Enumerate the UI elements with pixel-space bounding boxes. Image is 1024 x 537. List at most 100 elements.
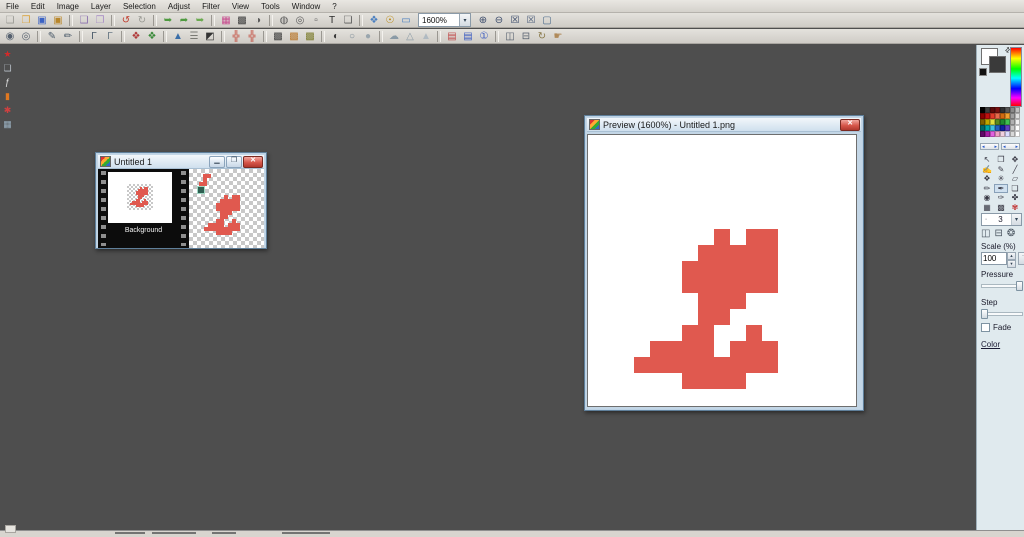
menu-item-layer[interactable]: Layer [85,2,117,11]
stamp-tool[interactable]: ❏ [1008,184,1022,194]
minimize-button[interactable]: ▁ [209,156,225,168]
marquee-icon[interactable]: ▫ [309,14,323,27]
color-picker-bg-icon[interactable]: ❖ [145,30,159,43]
pencil-tool[interactable]: ✏ [980,184,994,194]
undo-icon[interactable]: ↺ [119,14,133,27]
line-tool[interactable]: ╱ [1008,165,1022,175]
color-wheel-icon[interactable]: ✱ [2,104,14,116]
pattern-olive-icon[interactable]: ▩ [303,30,317,43]
close-button[interactable]: ✕ [243,156,263,168]
fill-tool[interactable]: ❖ [980,174,994,184]
hue-bar[interactable] [1010,47,1022,107]
menu-item-view[interactable]: View [226,2,255,11]
mountain-icon[interactable]: ▲ [171,30,185,43]
menu-item-selection[interactable]: Selection [117,2,162,11]
rotate-icon[interactable]: ↻ [535,30,549,43]
menu-item-edit[interactable]: Edit [25,2,51,11]
secondary-color-swatch[interactable] [979,68,987,76]
menu-item-[interactable]: ? [326,2,342,11]
frame-copy-tool[interactable]: ❐ [994,155,1008,165]
levels-icon[interactable]: ☰ [187,30,201,43]
gradient-swatch-icon[interactable]: ▮ [2,90,14,102]
rgb-adjust-icon[interactable]: ╬ [229,30,243,43]
color-link[interactable]: Color [981,340,1000,349]
scale-extra-button[interactable]: · [1018,252,1024,265]
onion-skin-icon[interactable]: ☉ [383,14,397,27]
export-frame-icon[interactable]: ➦ [177,14,191,27]
cone-filled-icon[interactable]: ▲ [419,30,433,43]
zoom-in-icon[interactable]: ⊕ [476,14,490,27]
dither-icon[interactable]: ▩ [235,14,249,27]
fade-checkbox[interactable] [981,323,990,332]
menu-item-window[interactable]: Window [286,2,326,11]
flip-horizontal-icon[interactable]: ◫ [981,228,990,239]
pen-size-dropdown[interactable]: · 3 ▾ [981,213,1022,226]
loupe-a-icon[interactable]: ◍ [277,14,291,27]
halftone-icon[interactable]: ◑ [251,14,265,27]
brush-folder-icon[interactable]: ❂ [1007,228,1015,239]
redo-icon[interactable]: ↻ [135,14,149,27]
select-arrow-tool[interactable]: ↖ [980,155,994,165]
water-tool[interactable]: ◉ [980,193,994,203]
crop-icon[interactable]: ❏ [341,14,355,27]
image-tool[interactable]: ▩ [994,203,1008,213]
maximize-button[interactable]: ❐ [226,156,242,168]
palette-icon[interactable]: ▦ [219,14,233,27]
zoom-combo-dropdown-icon[interactable]: ▾ [459,14,470,26]
fit-window-icon[interactable]: ☒ [508,14,522,27]
window-tile-icon[interactable]: ▭ [399,14,413,27]
eraser-tool[interactable]: ▱ [1008,174,1022,184]
cone-outline-icon[interactable]: △ [403,30,417,43]
gradient-icon[interactable]: ◩ [203,30,217,43]
guide-corner2-icon[interactable]: Γ [103,30,117,43]
preview-window[interactable]: Preview (1600%) - Untitled 1.png ✕ [584,115,864,411]
eyedropper-tool[interactable]: ✍ [980,165,994,175]
smudge-tool[interactable]: ✑ [994,193,1008,203]
menu-item-tools[interactable]: Tools [255,2,286,11]
print-preview-icon[interactable]: ❐ [93,14,107,27]
menu-item-adjust[interactable]: Adjust [162,2,196,11]
pattern-orange-icon[interactable]: ▩ [287,30,301,43]
zoom-step-out-icon[interactable]: ◎ [19,30,33,43]
pressure-slider[interactable] [981,281,1021,289]
frame-filmstrip[interactable]: Background [98,169,189,248]
rgb-adjust2-icon[interactable]: ╬ [245,30,259,43]
edit-canvas[interactable] [189,169,264,248]
step-slider[interactable] [981,309,1021,317]
cylinder-v-icon[interactable]: ⊟ [519,30,533,43]
pattern-dark-icon[interactable]: ▩ [271,30,285,43]
favorite-star-icon[interactable]: ★ [2,48,14,60]
background-color-swatch[interactable] [989,56,1006,73]
save-icon[interactable]: ▣ [35,14,49,27]
frames-icon[interactable]: ❏ [2,62,14,74]
preview-titlebar[interactable]: Preview (1600%) - Untitled 1.png ✕ [587,118,861,132]
pen-tool[interactable]: ✒ [994,184,1008,194]
tile-tool[interactable]: ▦ [980,203,994,213]
effects-icon[interactable]: ƒ [2,76,14,88]
hand-point-icon[interactable]: ☛ [551,30,565,43]
acquire-icon[interactable]: ➥ [193,14,207,27]
hand-tool[interactable]: ✥ [1008,155,1022,165]
pressure-slider-thumb[interactable] [1016,281,1023,291]
contrast-icon[interactable]: ◐ [329,30,343,43]
pattern-brush-tool[interactable]: ✤ [1008,193,1022,203]
untitled-titlebar[interactable]: Untitled 1 ▁ ❐ ✕ [98,155,264,169]
strawberry-tool[interactable]: ✾ [1008,203,1022,213]
cylinder-h-icon[interactable]: ◫ [503,30,517,43]
zoom-out-icon[interactable]: ⊖ [492,14,506,27]
fullscreen-icon[interactable]: ▢ [540,14,554,27]
preview-close-button[interactable]: ✕ [840,119,860,131]
fit-image-icon[interactable]: ☒ [524,14,538,27]
untitled-window[interactable]: Untitled 1 ▁ ❐ ✕ Background [95,152,267,249]
scale-stepper[interactable]: ▲▼ [1007,252,1016,265]
tv-color-icon[interactable]: ▤ [445,30,459,43]
loupe-b-icon[interactable]: ◎ [293,14,307,27]
zoom-step-in-icon[interactable]: ◉ [3,30,17,43]
save-as-icon[interactable]: ▣ [51,14,65,27]
brush-tool[interactable]: ✎ [994,165,1008,175]
tv-blue-icon[interactable]: ▤ [461,30,475,43]
open-icon[interactable]: ❒ [19,14,33,27]
menu-item-filter[interactable]: Filter [196,2,226,11]
print-icon[interactable]: ❑ [77,14,91,27]
droplet-outline-icon[interactable]: ○ [345,30,359,43]
